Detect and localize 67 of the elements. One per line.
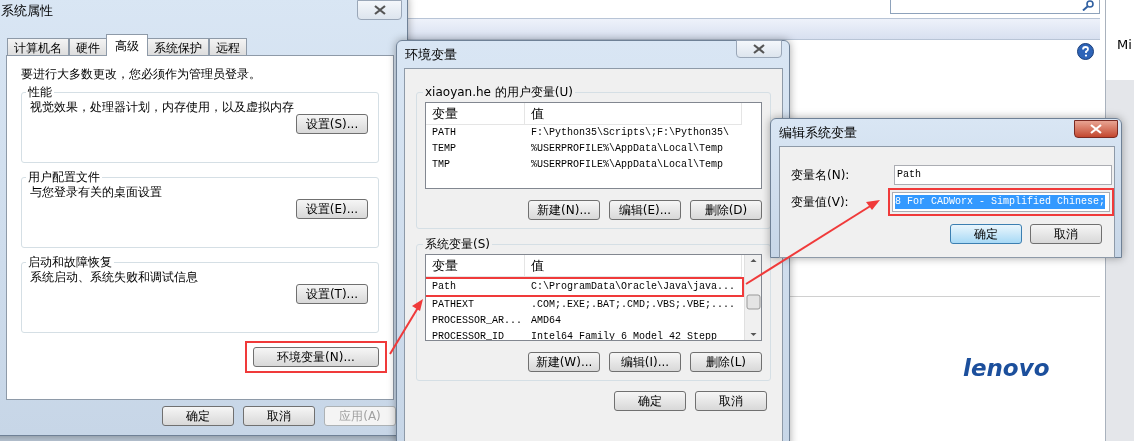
tab[interactable]: 硬件 [69,38,107,56]
group-title: 系统变量(S) [424,237,491,251]
close-icon [1090,124,1102,134]
tab[interactable]: 系统保护 [147,38,209,56]
button[interactable]: 删除(D) [690,200,762,220]
group-description: 与您登录有关的桌面设置 [30,185,163,199]
button[interactable]: 设置(S)... [296,114,368,134]
button[interactable]: 编辑(E)... [609,200,681,220]
close-icon [373,5,386,15]
field-label: 变量值(V): [791,194,850,211]
variable-name: PROCESSOR_AR... [431,314,523,328]
brand-logo: lenovo [963,357,1050,380]
help-icon[interactable] [1077,43,1094,60]
field-value: Path [897,168,921,182]
button[interactable]: 取消 [695,391,767,411]
group-title: 性能 [27,85,53,99]
column-header[interactable]: 变量 [426,255,525,276]
side-text: Mi [1117,38,1132,51]
variable-name: PATHEXT [431,298,475,312]
variable-value: .COM;.EXE;.BAT;.CMD;.VBS;.VBE;.... [530,298,736,312]
button[interactable]: 设置(E)... [296,199,368,219]
tab[interactable]: 远程 [209,38,247,56]
group-title: 用户配置文件 [27,170,101,184]
variable-name: TEMP [431,142,457,156]
notice-text: 要进行大多数更改，您必须作为管理员登录。 [21,67,262,81]
annotation-arrow [389,299,423,355]
variable-name: TMP [431,158,451,172]
window-title: 系统属性 [1,4,53,17]
search-field[interactable] [890,0,1100,14]
input-field[interactable]: Path [894,165,1112,185]
variable-value: F:\Python35\Scripts\;F:\Python35\ [530,126,730,140]
scrollbar[interactable] [744,255,761,340]
group-description: 系统启动、系统失败和调试信息 [30,270,199,284]
variable-value: %USERPROFILE%\AppData\Local\Temp [530,158,724,172]
group-description: 视觉效果，处理器计划，内存使用，以及虚拟内存 [30,100,295,114]
button[interactable]: 编辑(I)... [609,352,681,372]
field-label: 变量名(N): [791,167,851,184]
button[interactable]: 新建(N)... [528,200,600,220]
column-header[interactable]: 值 [525,103,742,124]
button[interactable]: 删除(L) [690,352,762,372]
group-title: 启动和故障恢复 [27,255,113,269]
button[interactable]: 设置(T)... [296,284,368,304]
variable-value: C:\ProgramData\Oracle\Java\java... [530,280,736,294]
column-header[interactable]: 变量 [426,103,525,124]
variable-value: AMD64 [530,314,561,328]
variable-name: PROCESSOR_ID [431,330,505,340]
variable-value: %USERPROFILE%\AppData\Local\Temp [530,142,724,156]
window-title: 编辑系统变量 [779,126,857,139]
close-button[interactable] [1074,120,1118,138]
button[interactable]: 环境变量(N)... [253,347,379,367]
button[interactable]: 确定 [162,406,234,426]
close-button[interactable] [736,40,782,58]
button[interactable]: 取消 [243,406,315,426]
tab[interactable]: 高级 [106,34,148,56]
button[interactable]: 新建(W)... [528,352,600,372]
window-title: 环境变量 [405,48,457,61]
search-icon[interactable] [1082,0,1095,11]
close-button[interactable] [357,0,402,20]
group-title: xiaoyan.he 的用户变量(U) [424,85,574,99]
button[interactable]: 确定 [950,224,1022,244]
close-icon [753,44,765,54]
variable-name: PATH [431,126,457,140]
tab[interactable]: 计算机名 [7,38,69,56]
button[interactable]: 确定 [614,391,686,411]
button[interactable]: 取消 [1030,224,1102,244]
column-header[interactable]: 值 [525,255,742,276]
variable-name: Path [431,280,457,294]
